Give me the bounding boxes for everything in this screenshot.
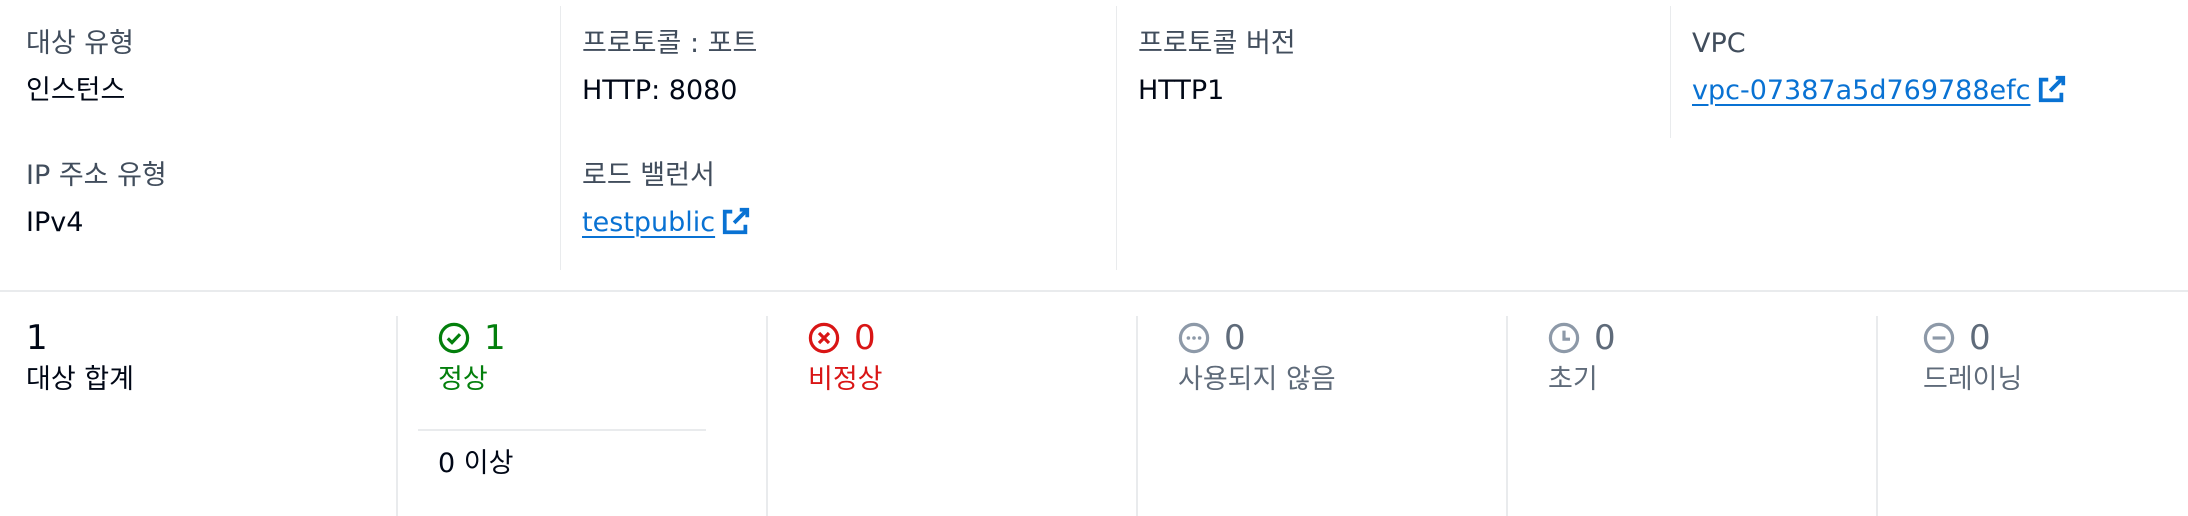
healthy-sub-divider: [418, 429, 706, 431]
protocol-port-field: 프로토콜 : 포트 HTTP: 8080: [582, 26, 757, 109]
unhealthy-label: 비정상: [808, 364, 883, 395]
status-positive-icon: [438, 322, 470, 354]
details-column-3: 프로토콜 버전 HTTP1: [1116, 6, 1671, 270]
details-column-1: 대상 유형 인스턴스 IP 주소 유형 IPv4: [0, 6, 560, 270]
total-targets-stat: 1 대상 합계: [0, 316, 396, 516]
load-balancer-link[interactable]: testpublic: [582, 207, 715, 238]
target-status-summary: 1 대상 합계 1 정상 0 이상 0 비정상 0 사용되지 않음 0 초기 0…: [0, 292, 2188, 516]
load-balancer-value: testpublic: [582, 205, 751, 241]
healthy-label: 정상: [438, 364, 488, 395]
unused-label: 사용되지 않음: [1178, 364, 1336, 395]
details-column-4: VPC vpc-07387a5d769788efc: [1670, 6, 2188, 138]
external-link-icon[interactable]: [721, 206, 751, 236]
total-targets-label: 대상 합계: [26, 364, 134, 395]
draining-stat: 0 드레이닝: [1876, 316, 2188, 516]
draining-label: 드레이닝: [1923, 364, 2023, 395]
unhealthy-stat: 0 비정상: [766, 316, 1138, 516]
status-pending-icon: [1548, 322, 1580, 354]
target-type-field: 대상 유형 인스턴스: [26, 26, 134, 109]
anomalous-count: 0 이상: [438, 448, 514, 479]
initial-count: 0: [1594, 318, 1616, 358]
target-group-details: 대상 유형 인스턴스 IP 주소 유형 IPv4 프로토콜 : 포트 HTTP:…: [0, 0, 2188, 290]
load-balancer-link-text: testpublic: [582, 207, 716, 238]
ip-address-type-label: IP 주소 유형: [26, 160, 167, 191]
target-type-value: 인스턴스: [26, 75, 126, 106]
protocol-port-value: HTTP: 8080: [582, 75, 738, 106]
target-type-label: 대상 유형: [26, 28, 134, 59]
unused-count: 0: [1224, 318, 1246, 358]
load-balancer-field: 로드 밸런서 testpublic: [582, 158, 751, 241]
initial-stat: 0 초기: [1506, 316, 1878, 516]
vpc-label: VPC: [1692, 28, 1746, 59]
healthy-stat: 1 정상 0 이상: [396, 316, 768, 516]
ip-address-type-field: IP 주소 유형 IPv4: [26, 158, 167, 241]
vpc-link-text: vpc-07387a5d769788efc: [1692, 75, 2031, 106]
details-column-2: 프로토콜 : 포트 HTTP: 8080 로드 밸런서 testpublic: [560, 6, 1117, 270]
status-stopped-icon: [1178, 322, 1210, 354]
unused-stat: 0 사용되지 않음: [1136, 316, 1508, 516]
initial-label: 초기: [1548, 364, 1598, 395]
vpc-value: vpc-07387a5d769788efc: [1692, 73, 2067, 109]
status-negative-icon: [808, 322, 840, 354]
vpc-link[interactable]: vpc-07387a5d769788efc: [1692, 75, 2031, 106]
vpc-field: VPC vpc-07387a5d769788efc: [1692, 26, 2067, 109]
protocol-version-label: 프로토콜 버전: [1138, 28, 1296, 59]
draining-count: 0: [1969, 318, 1991, 358]
total-targets-count: 1: [26, 318, 48, 358]
load-balancer-label: 로드 밸런서: [582, 160, 715, 191]
unhealthy-count: 0: [854, 318, 876, 358]
external-link-icon[interactable]: [2037, 74, 2067, 104]
protocol-version-value: HTTP1: [1138, 75, 1225, 106]
healthy-count: 1: [484, 318, 506, 358]
ip-address-type-value: IPv4: [26, 207, 84, 238]
protocol-version-field: 프로토콜 버전 HTTP1: [1138, 26, 1296, 109]
status-draining-icon: [1923, 322, 1955, 354]
protocol-port-label: 프로토콜 : 포트: [582, 28, 758, 59]
